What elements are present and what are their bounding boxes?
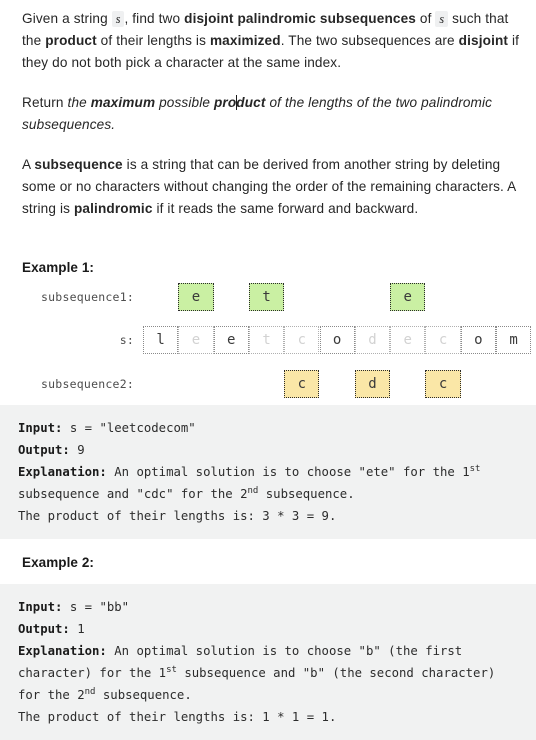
paragraph-definitions: A subsequence is a string that can be de… [22,154,524,220]
example-1-code-block: Input: s = "leetcodecom" Output: 9 Expla… [0,405,536,539]
code-input-key: Input: [18,600,63,614]
subsequence1-cell-0: e [178,283,214,311]
subsequence1-cell-1: t [248,283,285,311]
diagram-label-subsequence1: subsequence1: [41,290,134,304]
diagram-row-subsequence1: subsequence1: e t e [0,283,536,311]
text-fragment: Given a string [22,11,112,26]
string-cell-8: c [425,326,461,354]
text-fragment: Return [22,95,68,110]
text-fragment: A [22,157,35,172]
paragraph-return-statement: Return the maximum possible product of t… [22,92,524,136]
problem-prose: Given a string s, find two disjoint pali… [0,0,536,275]
example-1-diagram: subsequence1: ete s: leetcodecom subsequ… [0,275,536,405]
text-bolditalic-maximum: maximum [90,95,156,110]
code-input-value: s = "bb" [62,600,130,614]
string-cell-1: e [178,326,214,354]
text-fragment: . The two subsequences are [280,33,459,48]
string-cell-7: e [390,326,426,354]
text-bold-palindromic: palindromic [73,201,153,216]
string-cell-0: l [143,326,179,354]
text-bold-maximized: maximized [209,33,281,48]
diagram-cells-subsequence2: cdc [143,370,531,398]
subsequence2-cell-0: c [284,370,320,398]
code-output-key: Output: [18,443,70,457]
code-explanation-part1: An optimal solution is to choose "ete" f… [106,465,470,479]
code-explanation-key: Explanation: [18,644,107,658]
code-input-key: Input: [18,421,63,435]
code-explanation-part3: subsequence. [258,487,355,501]
example-2-header-wrap: Example 2: [0,539,536,584]
example-1-title: Example 1: [22,260,94,275]
text-fragment: if it reads the same forward and backwar… [152,201,419,216]
subsequence2-cell-2: c [425,370,461,398]
code-output-value: 9 [69,443,85,457]
diagram-row-subsequence2: subsequence2: c d c [0,370,536,398]
code-explanation-key: Explanation: [18,465,107,479]
code-superscript-nd: nd [84,686,96,697]
text-fragment: , find two [124,11,185,26]
subsequence1-cell-2: e [390,283,426,311]
inline-code-s: s [111,11,125,27]
inline-code-s-2: s [435,11,449,27]
code-explanation-part3: subsequence. [95,688,192,702]
text-bolditalic-product-part1: pro [213,95,237,110]
text-bold-product: product [45,33,97,48]
diagram-cells-subsequence1: ete [143,283,531,311]
string-cell-5: o [319,326,355,354]
code-output-value: 1 [69,622,85,636]
text-bold-disjoint-palindromic-subsequences: disjoint palindromic subsequences [184,11,416,26]
code-superscript-st: st [166,664,177,675]
example-2-title: Example 2: [22,555,94,570]
string-cell-10: m [496,326,532,354]
string-cell-9: o [460,326,496,354]
code-input-value: s = "leetcodecom" [62,421,196,435]
diagram-label-s: s: [119,333,134,347]
text-italic: possible [155,95,214,110]
example-2-code-block: Input: s = "bb" Output: 1 Explanation: A… [0,584,536,740]
code-superscript-nd: nd [247,485,259,496]
string-cell-3: t [248,326,285,354]
paragraph-problem-statement: Given a string s, find two disjoint pali… [22,0,524,74]
string-cell-2: e [213,326,249,354]
code-explanation-part4: The product of their lengths is: 3 * 3 =… [18,509,337,523]
text-italic: the [67,95,91,110]
text-fragment: of their lengths is [96,33,210,48]
string-cell-6: d [354,326,391,354]
text-bold-subsequence: subsequence [34,157,123,172]
diagram-row-string: s: leetcodecom [0,326,536,354]
diagram-cells-string: leetcodecom [143,326,532,354]
text-fragment: of [415,11,436,26]
text-bolditalic-product-part2: duct [236,95,266,110]
diagram-label-subsequence2: subsequence2: [41,377,134,391]
code-output-key: Output: [18,622,70,636]
problem-description-page: Given a string s, find two disjoint pali… [0,0,536,740]
subsequence2-cell-1: d [354,370,391,398]
code-superscript-st: st [469,463,481,474]
code-explanation-part4: The product of their lengths is: 1 * 1 =… [18,710,337,724]
string-cell-4: c [284,326,320,354]
text-bold-disjoint: disjoint [458,33,509,48]
